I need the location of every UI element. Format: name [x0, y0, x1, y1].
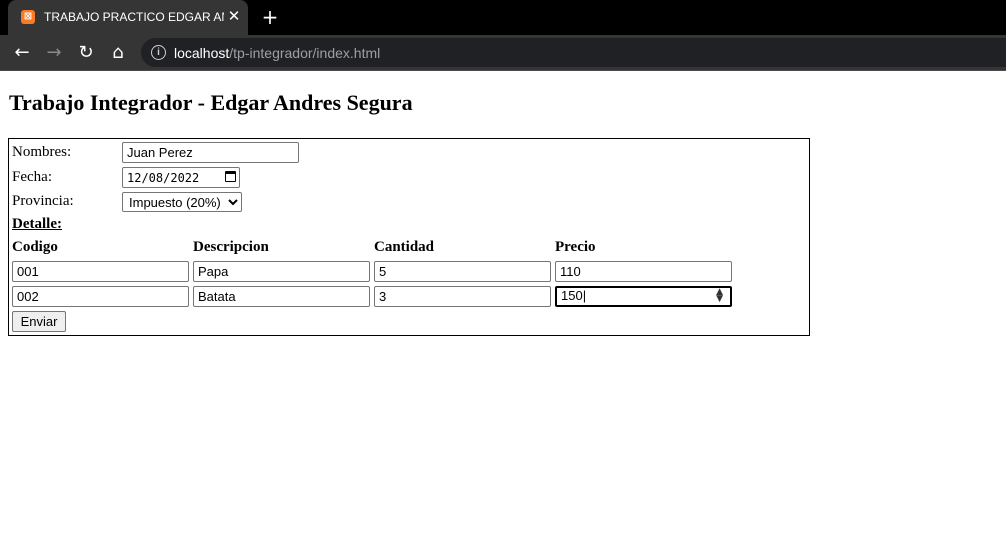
tab-title: TRABAJO PRACTICO EDGAR ANDRES SEGURA: [44, 10, 224, 24]
address-bar[interactable]: i localhost/tp-integrador/index.html: [141, 38, 1006, 67]
row2-precio-value: 150: [561, 288, 583, 303]
reload-icon[interactable]: ↻: [75, 42, 97, 64]
back-arrow-icon[interactable]: ←: [11, 42, 33, 64]
fecha-value: 12/08/2022: [127, 171, 200, 185]
close-icon[interactable]: ✕: [226, 8, 242, 24]
fecha-label: Fecha:: [12, 169, 52, 185]
enviar-button[interactable]: Enviar: [12, 311, 66, 332]
new-tab-icon[interactable]: +: [259, 6, 281, 28]
provincia-label: Provincia:: [12, 193, 74, 209]
detalle-heading: Detalle:: [12, 216, 62, 232]
column-header-descripcion: Descripcion: [193, 239, 269, 255]
row2-cantidad-input[interactable]: [374, 286, 551, 307]
column-header-codigo: Codigo: [12, 239, 58, 255]
browser-tab-bar: ⊠ TRABAJO PRACTICO EDGAR ANDRES SEGURA ✕…: [0, 0, 1006, 35]
spinner-arrows-icon[interactable]: ▲ ▼: [716, 288, 723, 304]
row2-descripcion-input[interactable]: [193, 286, 370, 307]
row1-cantidad-input[interactable]: [374, 261, 551, 282]
xampp-favicon-icon: ⊠: [21, 10, 35, 24]
url-path: /tp-integrador/index.html: [229, 45, 381, 61]
row1-descripcion-input[interactable]: [193, 261, 370, 282]
browser-tab[interactable]: ⊠ TRABAJO PRACTICO EDGAR ANDRES SEGURA ✕: [8, 0, 248, 35]
calendar-icon[interactable]: [225, 171, 236, 182]
nombres-input[interactable]: [122, 142, 299, 163]
page-title: Trabajo Integrador - Edgar Andres Segura: [9, 90, 413, 115]
site-info-icon[interactable]: i: [151, 45, 166, 60]
column-header-cantidad: Cantidad: [374, 239, 435, 255]
row1-precio-input[interactable]: [555, 261, 732, 282]
url-host: localhost: [174, 45, 230, 61]
nombres-label: Nombres:: [12, 144, 72, 160]
fecha-date-input[interactable]: 12/08/2022: [122, 167, 240, 188]
home-icon[interactable]: ⌂: [107, 42, 129, 64]
forward-arrow-icon[interactable]: →: [43, 42, 65, 64]
row2-codigo-input[interactable]: [12, 286, 189, 307]
url-text: localhost/tp-integrador/index.html: [174, 45, 380, 61]
column-header-precio: Precio: [555, 239, 596, 255]
browser-toolbar: ← → ↻ ⌂ i localhost/tp-integrador/index.…: [0, 35, 1006, 71]
provincia-select[interactable]: Impuesto (20%): [122, 192, 242, 212]
row1-codigo-input[interactable]: [12, 261, 189, 282]
row2-precio-input[interactable]: 150| ▲ ▼: [555, 286, 732, 307]
invoice-form: Nombres: Fecha: 12/08/2022 Provincia: Im…: [8, 138, 810, 336]
